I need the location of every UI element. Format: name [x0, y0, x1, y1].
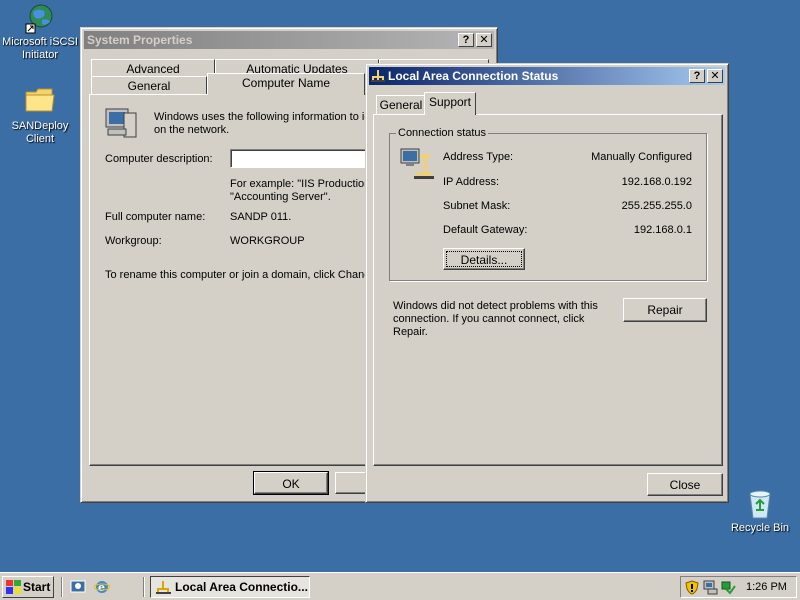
default-gateway-value: 192.168.0.1 — [633, 224, 692, 236]
clock[interactable]: 1:26 PM — [746, 581, 787, 593]
start-button[interactable]: Start — [2, 576, 54, 598]
sandeploy-tray-icon[interactable] — [721, 580, 736, 598]
subnet-mask-label: Subnet Mask: — [443, 200, 511, 212]
quick-launch-divider — [61, 577, 63, 597]
window-title: Local Area Connection Status — [388, 69, 559, 83]
example-text: For example: "IIS Production — [230, 178, 371, 190]
close-button[interactable]: ✕ — [707, 69, 723, 83]
computer-description-input[interactable] — [230, 149, 370, 168]
intro-text: on the network. — [154, 124, 230, 136]
network-icon — [371, 69, 385, 86]
folder-icon — [24, 86, 56, 118]
rename-instructions: To rename this computer or join a domain… — [105, 269, 377, 281]
workgroup-value: WORKGROUP — [230, 235, 305, 247]
group-title: Connection status — [396, 127, 489, 139]
repair-button[interactable]: Repair — [623, 298, 707, 322]
diagnostic-message: Repair. — [393, 326, 428, 338]
full-computer-name-label: Full computer name: — [105, 211, 206, 223]
ip-address-label: IP Address: — [443, 176, 500, 188]
subnet-mask-value: 255.255.255.0 — [621, 200, 692, 212]
taskbar-divider — [143, 577, 145, 597]
tab-computer-name[interactable]: Computer Name — [207, 73, 365, 95]
diagnostic-message: connection. If you cannot connect, click — [393, 313, 585, 325]
svg-text:e: e — [98, 581, 105, 594]
desktop-icon-label: SANDeploy — [11, 120, 69, 132]
taskbar: Start e Local Area Connectio... 1:26 PM — [0, 572, 800, 600]
address-type-value: Manually Configured — [591, 151, 692, 163]
full-computer-name-value: SANDP 011. — [230, 211, 292, 223]
globe-icon — [24, 2, 56, 34]
close-dialog-button[interactable]: Close — [647, 473, 723, 496]
network-connection-icon — [400, 148, 434, 185]
recycle-bin-icon — [744, 488, 776, 520]
desktop-icon-sandeploy-client[interactable]: SANDeploy Client — [0, 86, 80, 146]
internet-explorer-icon[interactable]: e — [93, 579, 111, 598]
windows-logo-icon — [6, 580, 21, 597]
diagnostic-message: Windows did not detect problems with thi… — [393, 300, 598, 312]
network-icon — [156, 580, 171, 597]
workgroup-label: Workgroup: — [105, 235, 162, 247]
tab-advanced[interactable]: Advanced — [91, 59, 215, 77]
support-panel: Connection status Address Type: Manually… — [373, 114, 723, 466]
lan-status-titlebar[interactable]: Local Area Connection Status ? ✕ — [369, 67, 725, 85]
computer-icon — [104, 105, 138, 142]
window-title: System Properties — [87, 33, 193, 47]
address-type-label: Address Type: — [443, 151, 514, 163]
ip-address-value: 192.168.0.192 — [621, 176, 692, 188]
desktop-icon-label: Recycle Bin — [730, 522, 790, 534]
desktop-icon-label: Microsoft iSCSI — [2, 36, 78, 48]
start-label: Start — [23, 580, 51, 594]
intro-text: Windows uses the following information t… — [154, 111, 377, 123]
taskbar-item-lan-status[interactable]: Local Area Connectio... — [150, 576, 310, 598]
help-button[interactable]: ? — [689, 69, 705, 83]
desktop-icon-iscsi-initiator[interactable]: Microsoft iSCSI Initiator — [0, 2, 80, 62]
tab-general[interactable]: General — [376, 95, 426, 114]
show-desktop-icon[interactable] — [70, 579, 86, 598]
desktop-icon-recycle-bin[interactable]: Recycle Bin — [720, 488, 800, 535]
details-button[interactable]: Details... — [443, 248, 525, 270]
default-gateway-label: Default Gateway: — [443, 224, 528, 236]
computer-description-label: Computer description: — [105, 153, 213, 165]
tab-general[interactable]: General — [91, 76, 207, 94]
connection-status-group: Connection status Address Type: Manually… — [389, 127, 707, 281]
network-tray-icon[interactable] — [703, 580, 718, 598]
help-button[interactable]: ? — [458, 33, 474, 47]
security-shield-icon[interactable] — [685, 580, 699, 598]
lan-status-window[interactable]: Local Area Connection Status ? ✕ General… — [365, 63, 729, 503]
taskbar-item-label: Local Area Connectio... — [175, 580, 308, 594]
system-properties-titlebar[interactable]: System Properties ? ✕ — [84, 31, 494, 49]
desktop-icon-label: Initiator — [21, 49, 59, 61]
close-button[interactable]: ✕ — [476, 33, 492, 47]
example-text: "Accounting Server". — [230, 191, 331, 203]
tab-support[interactable]: Support — [424, 92, 476, 115]
desktop-icon-label: Client — [25, 133, 55, 145]
ok-button[interactable]: OK — [253, 471, 329, 495]
system-tray: 1:26 PM — [680, 576, 797, 598]
